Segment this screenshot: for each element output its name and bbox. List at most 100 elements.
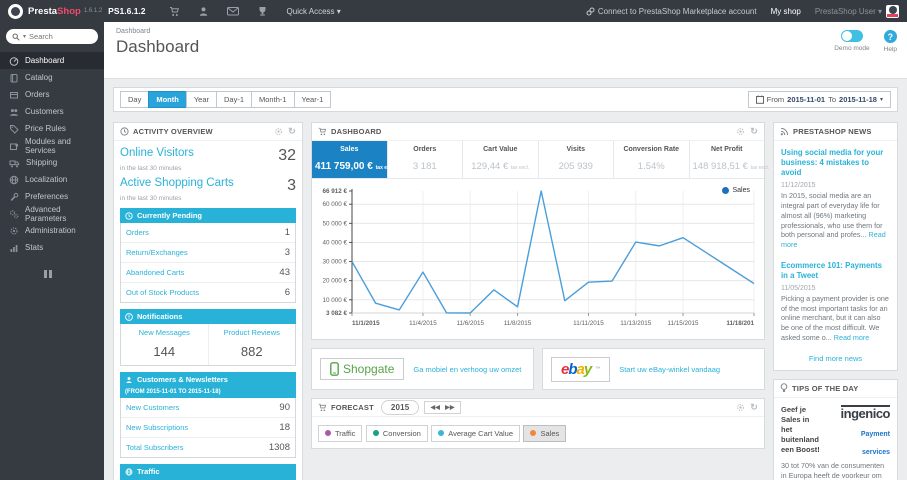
online-visitors-link[interactable]: Online Visitors — [120, 147, 194, 159]
marketplace-link[interactable]: Connect to PrestaShop Marketplace accoun… — [586, 7, 757, 16]
range-day-1-button[interactable]: Day-1 — [216, 91, 253, 108]
new-customers-link[interactable]: New Customers — [126, 403, 179, 412]
panel-refresh-icon[interactable]: ↻ — [288, 127, 296, 136]
sidebar-item-price-rules[interactable]: Price Rules — [0, 120, 104, 137]
kpi-cart-value[interactable]: Cart Value 129,44 € tax excl. — [463, 141, 539, 178]
tips-panel-title: TIPS OF THE DAY — [792, 383, 859, 393]
product-reviews-cell[interactable]: Product Reviews 882 — [207, 324, 296, 365]
customers-row: New Subscriptions 18 — [121, 418, 295, 438]
forecast-series-average-cart-value[interactable]: Average Cart Value — [431, 424, 521, 442]
search-scope-caret[interactable]: ▾ — [23, 33, 26, 40]
help-icon[interactable]: ? — [883, 30, 897, 43]
sidebar-item-advanced-parameters[interactable]: Advanced Parameters — [0, 205, 104, 223]
range-year-button[interactable]: Year — [185, 91, 217, 108]
svg-text:11/13/2015: 11/13/2015 — [620, 320, 652, 327]
news-article-title[interactable]: Using social media for your business: 4 … — [781, 148, 890, 178]
ebay-logo: ebay ™ — [551, 356, 611, 382]
news-article-title[interactable]: Ecommerce 101: Payments in a Tweet — [781, 261, 890, 281]
sidebar-item-preferences[interactable]: Preferences — [0, 188, 104, 205]
sidebar-item-modules[interactable]: Modules and Services — [0, 137, 104, 155]
kpi-visits[interactable]: Visits 205 939 — [539, 141, 614, 178]
forecast-series-conversion[interactable]: Conversion — [365, 424, 428, 442]
range-year-1-button[interactable]: Year-1 — [293, 91, 332, 108]
gauge-icon — [9, 56, 19, 66]
panel-refresh-icon[interactable]: ↻ — [750, 127, 758, 136]
search-input[interactable] — [29, 32, 85, 41]
range-day-button[interactable]: Day — [120, 91, 150, 108]
sidebar-item-catalog[interactable]: Catalog — [0, 69, 104, 86]
pending-orders-link[interactable]: Orders — [126, 228, 149, 237]
demo-mode-label: Demo mode — [834, 45, 870, 52]
mail-icon[interactable] — [226, 6, 239, 16]
pending-abandoned-carts-link[interactable]: Abandoned Carts — [126, 268, 184, 277]
customers-row: Total Subscribers 1308 — [126, 442, 290, 453]
sidebar-search[interactable]: ▾ — [6, 29, 98, 44]
trophy-icon[interactable] — [257, 6, 268, 17]
phone-icon — [330, 362, 339, 376]
sidebar-item-dashboard[interactable]: Dashboard — [0, 52, 104, 69]
forecast-prev-button[interactable]: ◀◀ — [430, 404, 440, 411]
news-article-date: 11/05/2015 — [781, 284, 816, 292]
news-article: Ecommerce 101: Payments in a Tweet 11/05… — [781, 261, 890, 343]
svg-text:40 000 €: 40 000 € — [322, 239, 347, 246]
panel-settings-icon[interactable] — [736, 403, 745, 412]
page-title: Dashboard — [116, 37, 200, 56]
panel-settings-icon[interactable] — [736, 127, 745, 136]
truck-icon — [9, 160, 20, 167]
customers-newsletters-list: New Customers 90 New Subscriptions 18 Tota… — [120, 398, 296, 458]
my-shop-link[interactable]: My shop — [771, 7, 801, 16]
kpi-sales[interactable]: Sales 411 759,00 € tax excl. — [312, 141, 395, 178]
range-month-button[interactable]: Month — [148, 91, 187, 108]
alert-icon — [125, 312, 133, 321]
panel-settings-icon[interactable] — [274, 127, 283, 136]
sidebar-collapse-toggle[interactable] — [44, 270, 104, 278]
svg-text:11/11/2015: 11/11/2015 — [573, 320, 604, 327]
svg-text:10 000 €: 10 000 € — [322, 297, 347, 304]
demo-mode-toggle[interactable] — [840, 30, 863, 42]
range-month-1-button[interactable]: Month-1 — [251, 91, 295, 108]
sidebar-item-stats[interactable]: Stats — [0, 239, 104, 256]
customer-icon[interactable] — [198, 6, 209, 17]
date-range-picker[interactable]: From 2015-11-01 To 2015-11-18 ▾ — [747, 91, 891, 108]
new-messages-cell[interactable]: New Messages 144 — [121, 324, 208, 365]
news-article: Using social media for your business: 4 … — [781, 148, 890, 250]
globe-icon — [9, 175, 19, 184]
forecast-next-button[interactable]: ▶▶ — [445, 404, 455, 411]
pending-out-of-stock-link[interactable]: Out of Stock Products — [126, 288, 199, 297]
user-menu[interactable]: PrestaShop User ▾ — [815, 4, 899, 18]
find-more-news-link[interactable]: Find more news — [781, 354, 890, 363]
read-more-link[interactable]: Read more — [834, 333, 870, 342]
gears-icon — [10, 209, 19, 218]
forecast-series-sales[interactable]: Sales — [523, 424, 567, 442]
quick-access-menu[interactable]: Quick Access ▾ — [287, 7, 341, 16]
pending-row: Orders 1 — [121, 223, 295, 243]
cart-icon[interactable] — [169, 6, 180, 17]
sidebar-item-customers[interactable]: Customers — [0, 103, 104, 120]
kpi-net-profit[interactable]: Net Profit 148 918,51 € tax excl. — [690, 141, 769, 178]
book-icon — [10, 73, 18, 82]
sidebar-item-orders[interactable]: Orders — [0, 86, 104, 103]
tip-body: 30 tot 70% van de consumenten in Europa … — [781, 461, 885, 480]
kpi-orders[interactable]: Orders 3 181 — [388, 141, 463, 178]
forecast-panel-title: FORECAST — [331, 403, 374, 412]
active-carts-link[interactable]: Active Shopping Carts — [120, 177, 234, 189]
panel-refresh-icon[interactable]: ↻ — [750, 403, 758, 412]
pending-row: Out of Stock Products 6 — [126, 287, 290, 298]
shopgate-link[interactable]: Ga mobiel en verhoog uw omzet — [413, 365, 521, 374]
news-article-date: 11/12/2015 — [781, 182, 816, 190]
ebay-link[interactable]: Start uw eBay-winkel vandaag — [619, 365, 720, 374]
sales-series-dot — [722, 187, 730, 194]
kpi-conversion-rate[interactable]: Conversion Rate 1.54% — [614, 141, 690, 178]
kpi-row: Sales 411 759,00 € tax excl. Orders 3 181 … — [312, 141, 769, 179]
sidebar-item-localization[interactable]: Localization — [0, 171, 104, 188]
pending-returns-link[interactable]: Return/Exchanges — [126, 248, 188, 257]
currently-pending-header: Currently Pending — [120, 208, 296, 223]
new-subscriptions-link[interactable]: New Subscriptions — [126, 423, 188, 432]
sidebar-item-shipping[interactable]: Shipping — [0, 154, 104, 171]
forecast-series-traffic[interactable]: Traffic — [318, 424, 363, 442]
chart-legend[interactable]: Sales — [722, 187, 750, 194]
sidebar-item-administration[interactable]: Administration — [0, 222, 104, 239]
breadcrumb[interactable]: Dashboard — [116, 28, 907, 35]
total-subscribers-link[interactable]: Total Subscribers — [126, 443, 184, 452]
news-panel-title: PRESTASHOP NEWS — [793, 127, 872, 136]
